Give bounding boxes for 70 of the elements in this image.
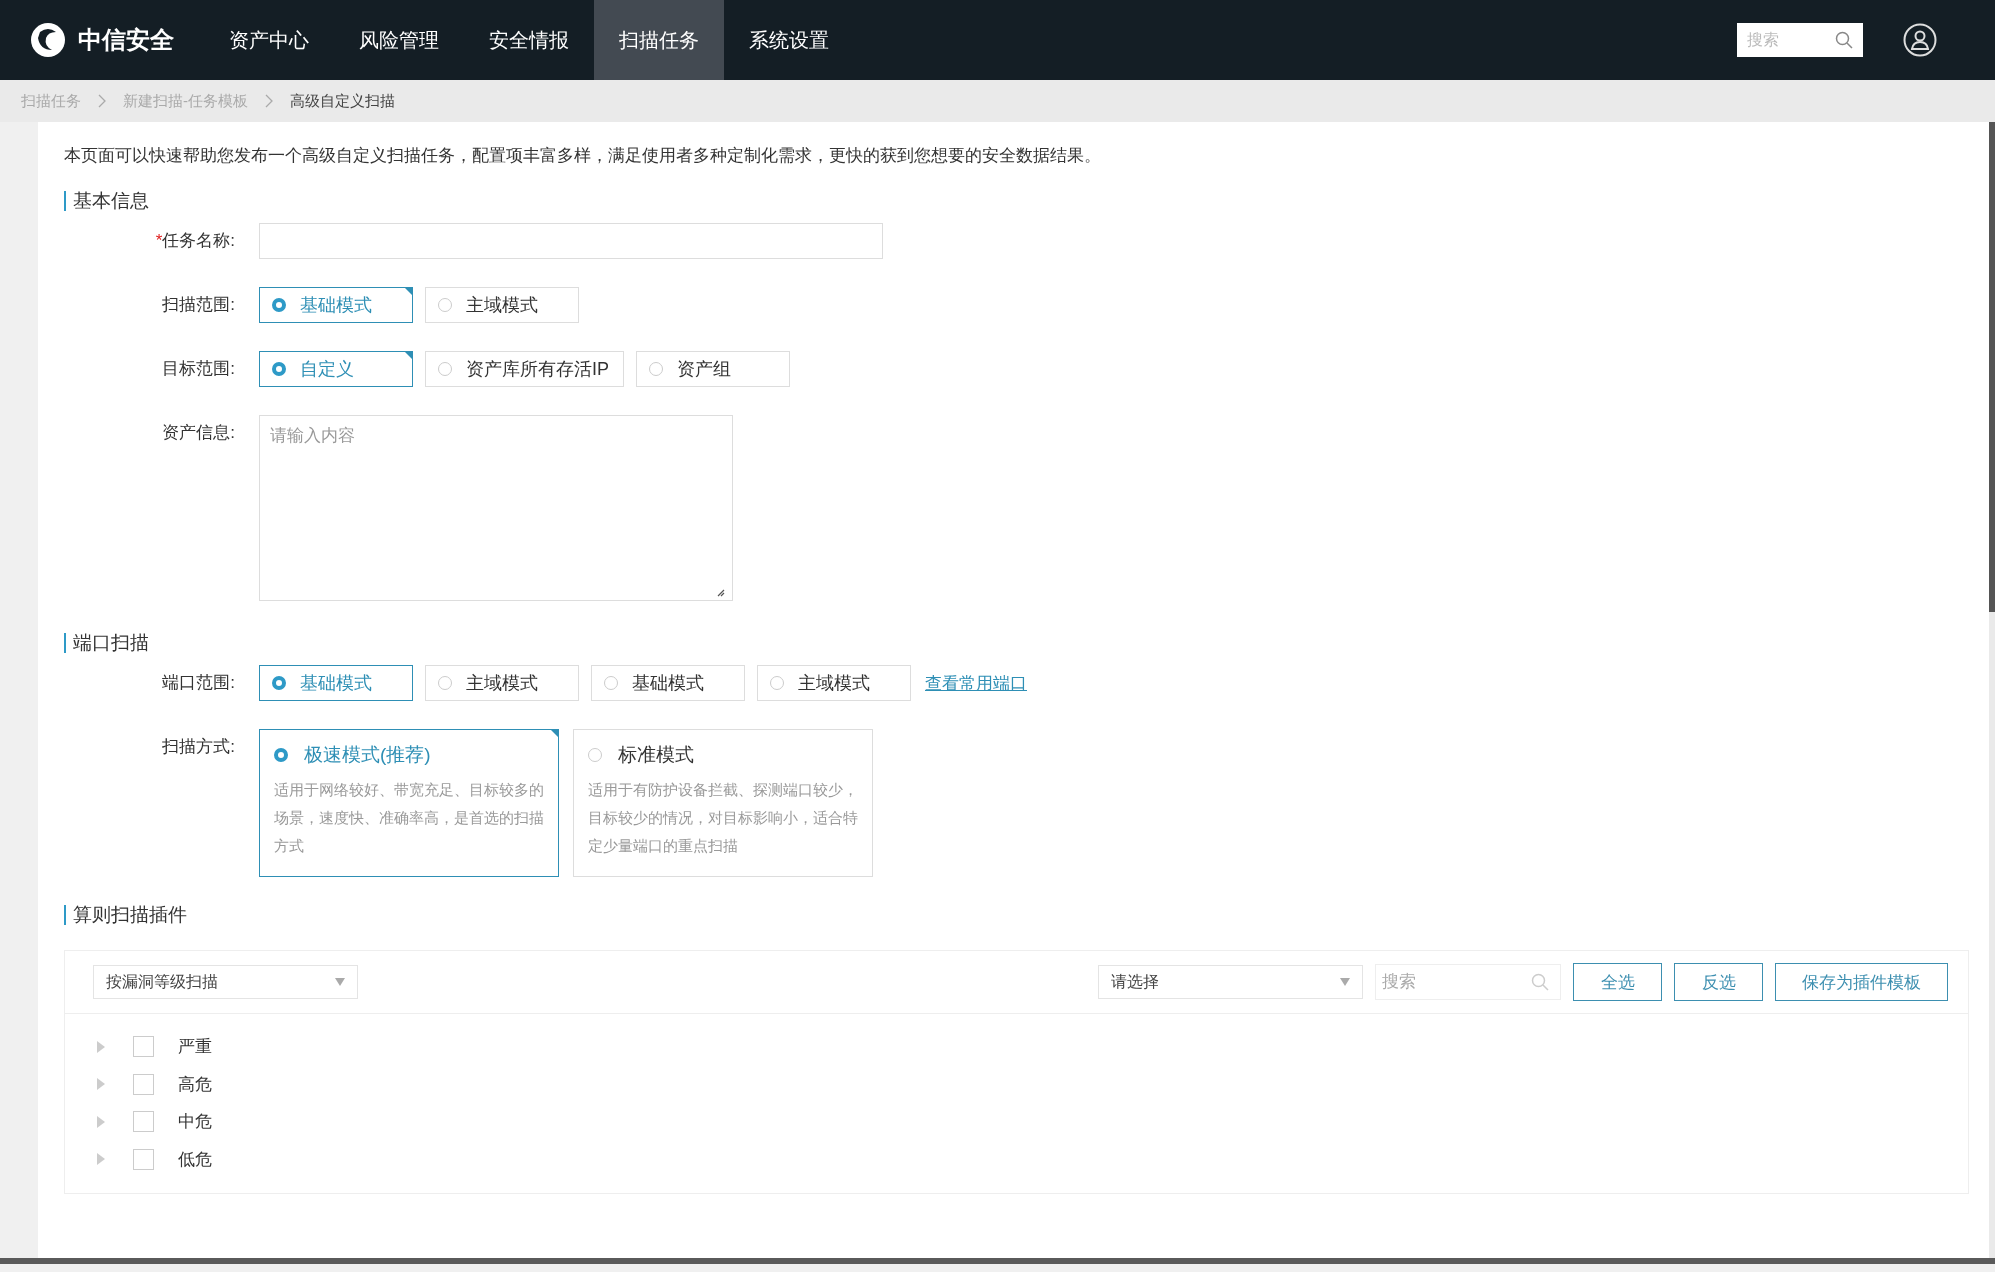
view-ports-link[interactable]: 查看常用端口 <box>925 671 1027 695</box>
field-label: *任务名称: <box>154 230 236 252</box>
radio-option[interactable]: 主域模式 <box>425 665 579 701</box>
action-button[interactable]: 保存为插件模板 <box>1775 963 1948 1001</box>
search-icon <box>1835 31 1853 49</box>
section-title: 基本信息 <box>64 191 1969 211</box>
user-icon <box>1903 23 1937 57</box>
required-mark: * <box>155 231 163 250</box>
mode-card[interactable]: 标准模式 适用于有防护设备拦截、探测端口较少，目标较少的情况，对目标影响小，适合特定少量端口的重点扫描 <box>573 729 873 877</box>
textarea-field[interactable]: 请输入内容 <box>259 415 733 601</box>
checkbox[interactable] <box>133 1073 154 1095</box>
action-button[interactable]: 全选 <box>1573 963 1662 1001</box>
chevron-right-icon <box>97 94 107 108</box>
corner-mark-icon <box>404 287 413 296</box>
checkbox[interactable] <box>133 1111 154 1133</box>
horizontal-scrollbar[interactable] <box>0 1258 1995 1264</box>
action-button[interactable]: 反选 <box>1674 963 1763 1001</box>
card-description: 适用于有防护设备拦截、探测端口较少，目标较少的情况，对目标影响小，适合特定少量端口的重点扫描 <box>588 781 858 856</box>
radio-option[interactable]: 基础模式 <box>259 287 413 323</box>
checkbox[interactable] <box>133 1036 154 1058</box>
text-input-field[interactable] <box>259 223 883 259</box>
expand-triangle-icon[interactable] <box>97 1153 105 1166</box>
radio-option[interactable]: 主域模式 <box>757 665 911 701</box>
nav-tab[interactable]: 安全情报 <box>464 0 594 80</box>
radio-option[interactable]: 基础模式 <box>259 665 413 701</box>
tree-item-label: 中危 <box>178 1111 212 1134</box>
field-label: 资产信息: <box>161 422 236 444</box>
expand-triangle-icon[interactable] <box>97 1078 105 1091</box>
nav-tab[interactable]: 扫描任务 <box>594 0 724 80</box>
expand-triangle-icon[interactable] <box>97 1040 105 1053</box>
radio-option[interactable]: 自定义 <box>259 351 413 387</box>
logo-text: 中信安全 <box>78 25 174 55</box>
tree-item-label: 高危 <box>178 1073 212 1096</box>
nav-tab[interactable]: 系统设置 <box>724 0 854 80</box>
caret-icon <box>335 978 345 986</box>
search-icon <box>1531 973 1549 991</box>
field-label: 端口范围: <box>161 672 236 694</box>
radio-option[interactable]: 资产库所有存活IP <box>425 351 624 387</box>
dropdown-value: 请选择 <box>1111 971 1159 992</box>
field-label: 目标范围: <box>161 358 236 380</box>
section-title: 算则扫描插件 <box>64 905 1969 925</box>
caret-icon <box>1340 978 1350 986</box>
card-description: 适用于网络较好、带宽充足、目标较多的场景，速度快、准确率高，是首选的扫描方式 <box>274 781 544 856</box>
intro-text: 本页面可以快速帮助您发布一个高级自定义扫描任务，配置项丰富多样，满足使用者多种定制化需求，更快的获到您想要的安全数据结果。 <box>64 145 1102 167</box>
logo-icon <box>30 22 66 58</box>
nav-tab[interactable]: 风险管理 <box>334 0 464 80</box>
nav-tab[interactable]: 资产中心 <box>204 0 334 80</box>
tree-item-label: 低危 <box>178 1148 212 1171</box>
corner-mark-icon <box>550 729 559 738</box>
checkbox[interactable] <box>133 1148 154 1170</box>
field-label: 扫描方式: <box>161 736 236 758</box>
scrollbar-thumb[interactable] <box>1989 122 1995 612</box>
search-field[interactable]: 搜索 <box>1737 23 1863 57</box>
section-title: 端口扫描 <box>64 633 1969 653</box>
radio-option[interactable]: 基础模式 <box>591 665 745 701</box>
chevron-right-icon <box>264 94 274 108</box>
radio-option[interactable]: 资产组 <box>636 351 790 387</box>
corner-mark-icon <box>404 351 413 360</box>
expand-triangle-icon[interactable] <box>97 1115 105 1128</box>
field-label: 扫描范围: <box>161 294 236 316</box>
radio-option[interactable]: 主域模式 <box>425 287 579 323</box>
dropdown-value: 按漏洞等级扫描 <box>106 971 218 992</box>
tree-item-label: 严重 <box>178 1036 212 1059</box>
card-title: 标准模式 <box>618 743 694 767</box>
search-field[interactable]: 搜索 <box>1375 964 1561 1000</box>
dropdown[interactable]: 按漏洞等级扫描 <box>93 965 358 999</box>
card-title: 极速模式(推荐) <box>304 743 431 767</box>
resize-grip-icon <box>715 587 725 597</box>
dropdown[interactable]: 请选择 <box>1098 965 1363 999</box>
mode-card[interactable]: 极速模式(推荐) 适用于网络较好、带宽充足、目标较多的场景，速度快、准确率高，是首选的扫描方式 <box>259 729 559 877</box>
